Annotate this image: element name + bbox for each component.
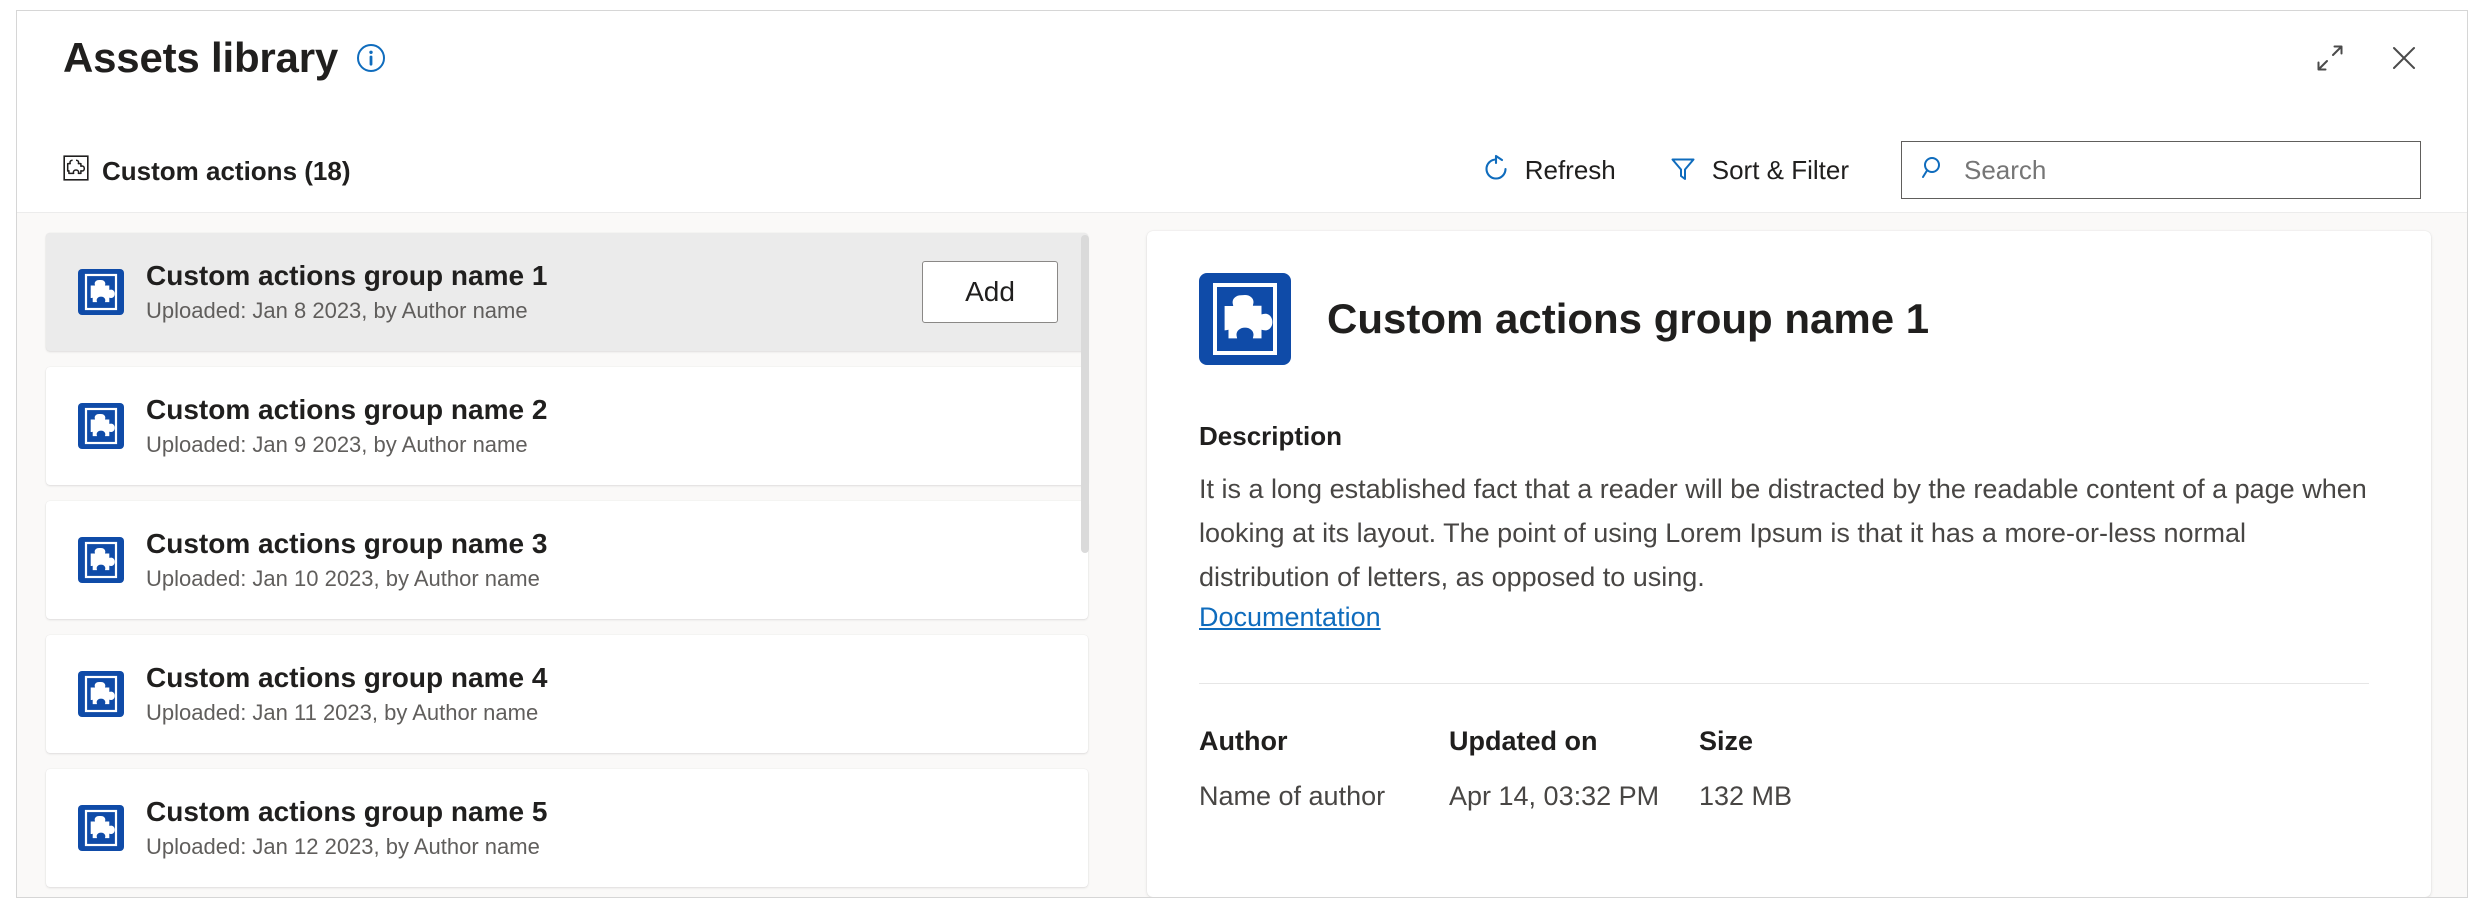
puzzle-app-icon <box>78 403 124 449</box>
screen-root: Assets library <box>0 0 2486 914</box>
detail-metadata-value: 132 MB <box>1699 783 1949 810</box>
asset-list-item[interactable]: Custom actions group name 3 Uploaded: Jan… <box>46 501 1088 619</box>
toolbar: Refresh Sort & Filter <box>1455 141 2421 199</box>
detail-metadata-grid: Author Name of author Updated on Apr 14, 03… <box>1199 728 2375 810</box>
puzzle-app-icon <box>78 269 124 315</box>
list-scrollbar[interactable] <box>1078 235 1092 887</box>
dialog-body: Custom actions group name 1 Uploaded: Jan… <box>17 213 2467 897</box>
asset-list: Custom actions group name 1 Uploaded: Jan… <box>46 233 1088 887</box>
sort-filter-label: Sort & Filter <box>1712 157 1849 183</box>
refresh-label: Refresh <box>1525 157 1616 183</box>
detail-metadata-label: Author <box>1199 728 1449 755</box>
asset-item-name: Custom actions group name 1 <box>146 259 922 292</box>
expand-icon[interactable] <box>2313 41 2347 75</box>
detail-metadata-label: Updated on <box>1449 728 1699 755</box>
puzzle-outline-icon <box>63 155 89 186</box>
puzzle-app-icon <box>78 671 124 717</box>
asset-item-text: Custom actions group name 4 Uploaded: Jan… <box>146 661 1058 728</box>
detail-title: Custom actions group name 1 <box>1327 298 1929 340</box>
asset-item-text: Custom actions group name 3 Uploaded: Jan… <box>146 527 1058 594</box>
asset-item-name: Custom actions group name 4 <box>146 661 1058 694</box>
subtitle-row: Custom actions (18) <box>63 155 351 186</box>
search-icon <box>1920 154 1948 187</box>
add-button[interactable]: Add <box>922 261 1058 323</box>
description-body: It is a long established fact that a rea… <box>1199 467 2375 599</box>
assets-library-dialog: Assets library <box>16 10 2468 898</box>
asset-list-column: Custom actions group name 1 Uploaded: Jan… <box>17 213 1121 897</box>
detail-metadata-column: Author Name of author <box>1199 728 1449 810</box>
asset-item-name: Custom actions group name 2 <box>146 393 1058 426</box>
subtitle-label: Custom actions (18) <box>102 158 351 184</box>
detail-metadata-column: Size 132 MB <box>1699 728 1949 810</box>
asset-item-meta: Uploaded: Jan 11 2023, by Author name <box>146 699 1058 728</box>
detail-metadata-label: Size <box>1699 728 1949 755</box>
asset-item-text: Custom actions group name 1 Uploaded: Jan… <box>146 259 922 326</box>
asset-item-meta: Uploaded: Jan 8 2023, by Author name <box>146 297 922 326</box>
refresh-button[interactable]: Refresh <box>1455 142 1642 198</box>
detail-divider <box>1199 683 2369 684</box>
title-row: Assets library <box>63 37 386 79</box>
asset-item-meta: Uploaded: Jan 9 2023, by Author name <box>146 431 1058 460</box>
asset-item-text: Custom actions group name 2 Uploaded: Jan… <box>146 393 1058 460</box>
asset-item-meta: Uploaded: Jan 10 2023, by Author name <box>146 565 1058 594</box>
asset-detail-card: Custom actions group name 1 Description … <box>1147 231 2431 897</box>
detail-metadata-value: Name of author <box>1199 783 1449 810</box>
asset-list-item[interactable]: Custom actions group name 1 Uploaded: Jan… <box>46 233 1088 351</box>
asset-list-item[interactable]: Custom actions group name 2 Uploaded: Jan… <box>46 367 1088 485</box>
puzzle-app-icon <box>1199 273 1291 365</box>
documentation-link[interactable]: Documentation <box>1199 602 1381 633</box>
search-box[interactable] <box>1901 141 2421 199</box>
asset-item-text: Custom actions group name 5 Uploaded: Jan… <box>146 795 1058 862</box>
close-icon[interactable] <box>2387 41 2421 75</box>
filter-icon <box>1668 154 1698 187</box>
puzzle-app-icon <box>78 537 124 583</box>
search-input[interactable] <box>1964 155 2402 186</box>
page-title: Assets library <box>63 37 338 79</box>
detail-header: Custom actions group name 1 <box>1199 273 2375 365</box>
asset-list-item[interactable]: Custom actions group name 4 Uploaded: Jan… <box>46 635 1088 753</box>
asset-item-name: Custom actions group name 5 <box>146 795 1058 828</box>
info-circle-icon[interactable] <box>356 43 386 73</box>
detail-metadata-value: Apr 14, 03:32 PM <box>1449 783 1699 810</box>
asset-item-meta: Uploaded: Jan 12 2023, by Author name <box>146 833 1058 862</box>
window-actions <box>2313 41 2421 75</box>
list-scrollbar-thumb[interactable] <box>1081 235 1089 553</box>
sort-filter-button[interactable]: Sort & Filter <box>1642 142 1875 198</box>
asset-detail-column: Custom actions group name 1 Description … <box>1121 213 2467 897</box>
puzzle-app-icon <box>78 805 124 851</box>
description-heading: Description <box>1199 423 2375 449</box>
dialog-header: Assets library <box>17 11 2467 213</box>
asset-item-name: Custom actions group name 3 <box>146 527 1058 560</box>
asset-list-item[interactable]: Custom actions group name 5 Uploaded: Jan… <box>46 769 1088 887</box>
refresh-icon <box>1481 154 1511 187</box>
detail-metadata-column: Updated on Apr 14, 03:32 PM <box>1449 728 1699 810</box>
